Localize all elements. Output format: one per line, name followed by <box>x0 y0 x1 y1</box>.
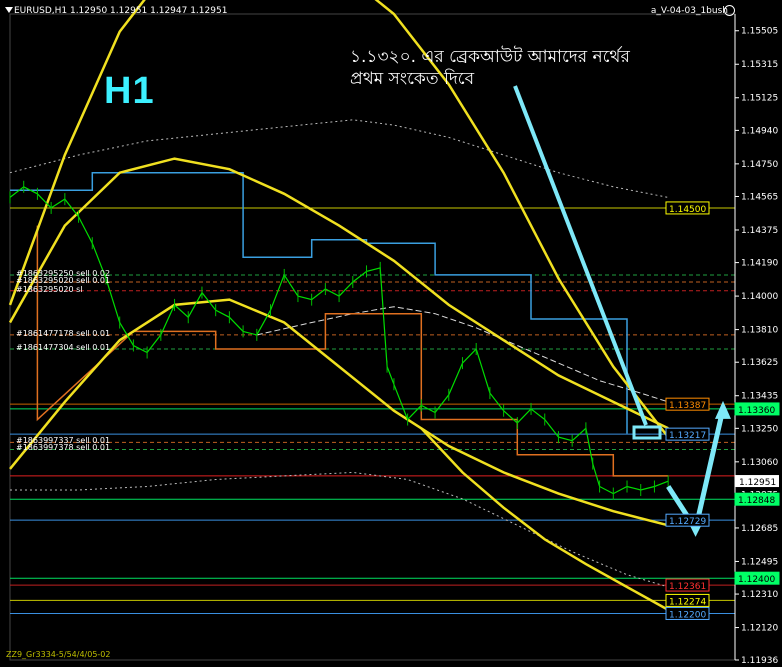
price-tick-label: 1.13060 <box>741 458 778 468</box>
level-label-text: 1.12274 <box>669 597 706 607</box>
level-label-text: 1.12729 <box>669 517 706 527</box>
level-label-text: 1.13360 <box>738 406 775 416</box>
order-label: #1863997378 sell 0.01 <box>16 443 111 453</box>
price-tick-label: 1.13810 <box>741 326 778 336</box>
price-tick-label: 1.15505 <box>741 27 778 37</box>
chart-area[interactable]: 1.15505 1.15315 1.15125 1.14940 1.14750 1.145… <box>0 0 782 667</box>
level-label-text: 1.13387 <box>669 401 706 411</box>
price-tick-label: 1.13435 <box>741 392 778 402</box>
dotted-upper-band <box>9 119 669 198</box>
level-label-text: 1.12400 <box>738 575 775 585</box>
price-tick-label: 1.13625 <box>741 358 778 368</box>
price-tick-label: 1.11936 <box>741 656 778 666</box>
symbol-info: EURUSD,H1 1.12950 1.12951 1.12947 1.1295… <box>14 6 228 16</box>
forecast-path <box>666 408 726 532</box>
order-label: #1863295020 sell 0.01 <box>16 275 111 285</box>
price-tick-label: 1.12120 <box>741 624 778 634</box>
dropdown-triangle-icon[interactable] <box>5 7 13 13</box>
annotation-line-2: প্রথম সংকেত দিবে <box>350 69 475 89</box>
price-tick-label: 1.14940 <box>741 126 778 136</box>
order-label: #1863295020 sl <box>16 284 83 294</box>
level-label-text: 1.14500 <box>669 205 706 215</box>
bottom-indicator-label: ZZ9_Gr3334-5/54/4/05-02 <box>6 650 111 659</box>
price-tick-label: 1.12685 <box>741 524 778 534</box>
orange-step-channel <box>36 225 669 477</box>
price-tick-label: 1.14565 <box>741 192 778 202</box>
price-tick-label: 1.14000 <box>741 292 778 302</box>
breakout-box <box>632 425 662 440</box>
level-label-text: 1.13217 <box>669 431 706 441</box>
smiley-icon[interactable] <box>724 5 735 16</box>
annotation-pointer <box>513 85 648 426</box>
order-label: #1861477178 sell 0.01 <box>16 328 111 338</box>
order-label: #1861477304 sell 0.01 <box>16 342 111 352</box>
current-price-label: 1.12951 <box>739 478 776 488</box>
level-label-text: 1.12200 <box>669 610 706 620</box>
level-label-text: 1.12848 <box>738 496 775 506</box>
price-tick-label: 1.12495 <box>741 557 778 567</box>
price-tick-label: 1.15125 <box>741 94 778 104</box>
price-tick-label: 1.12310 <box>741 590 778 600</box>
forecast-arrow-up <box>715 400 731 419</box>
price-tick-label: 1.15315 <box>741 60 778 70</box>
price-tick-label: 1.14190 <box>741 259 778 269</box>
price-tick-label: 1.14375 <box>741 226 778 236</box>
dotted-lower-band <box>10 471 669 588</box>
blue-step-channel <box>10 171 628 434</box>
indicator-info: a_V-04-03_1bush <box>650 6 728 16</box>
timeframe-label: H1 <box>104 70 155 112</box>
level-label-text: 1.12361 <box>669 582 706 592</box>
price-tick-label: 1.13250 <box>741 424 778 434</box>
price-tick-label: 1.14750 <box>741 160 778 170</box>
